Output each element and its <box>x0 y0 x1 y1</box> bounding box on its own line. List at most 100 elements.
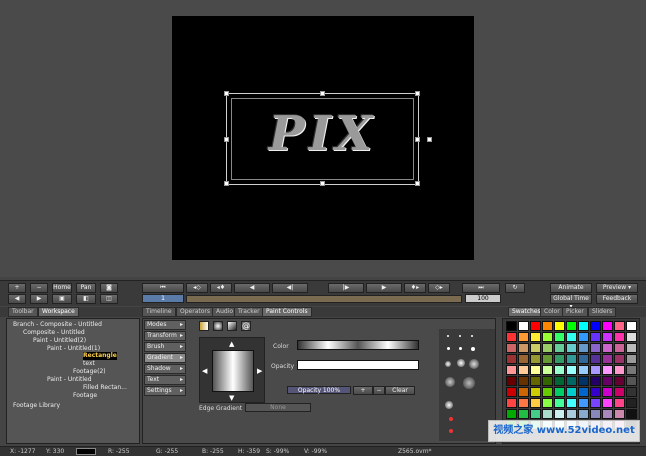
color-swatch[interactable] <box>506 332 517 342</box>
channel-icon[interactable]: ◧ <box>76 294 96 304</box>
gradient-menu[interactable]: Gradient <box>144 353 186 363</box>
handle-middle-right[interactable] <box>415 137 420 142</box>
color-swatch[interactable] <box>566 321 577 331</box>
color-swatch[interactable] <box>578 332 589 342</box>
color-swatch[interactable] <box>614 409 625 419</box>
color-swatch[interactable] <box>566 343 577 353</box>
handle-bottom-middle[interactable] <box>320 181 325 186</box>
gradient-type-spiral-icon[interactable]: @ <box>241 321 251 331</box>
color-swatch[interactable] <box>554 332 565 342</box>
color-swatch[interactable] <box>518 376 529 386</box>
tab-picker[interactable]: Picker <box>562 307 588 317</box>
color-swatch[interactable] <box>578 321 589 331</box>
tree-item-footage-2[interactable]: Footage(2) <box>73 368 106 376</box>
color-swatch[interactable] <box>566 354 577 364</box>
brush-dot[interactable] <box>457 359 465 367</box>
color-swatch[interactable] <box>530 343 541 353</box>
color-swatch[interactable] <box>602 376 613 386</box>
color-swatch[interactable] <box>542 354 553 364</box>
color-swatch[interactable] <box>518 387 529 397</box>
color-swatch[interactable] <box>518 365 529 375</box>
color-swatch[interactable] <box>578 376 589 386</box>
tree-item-branch[interactable]: Branch - Composite - Untitled <box>13 321 102 329</box>
arrow-left-icon[interactable]: ◀ <box>202 367 207 375</box>
arrow-right-icon[interactable]: ▶ <box>30 294 48 304</box>
tree-item-paint[interactable]: Paint - Untitled <box>47 376 92 384</box>
color-swatch[interactable] <box>626 398 637 408</box>
color-swatch[interactable] <box>530 365 541 375</box>
current-frame-field[interactable]: 1 <box>142 294 184 303</box>
tab-workspace[interactable]: Workspace <box>38 307 79 317</box>
color-swatch[interactable] <box>614 376 625 386</box>
color-swatch[interactable] <box>554 409 565 419</box>
loop-button[interactable]: ↻ <box>505 283 525 293</box>
color-swatch[interactable] <box>626 332 637 342</box>
color-swatch[interactable] <box>506 321 517 331</box>
color-swatch[interactable] <box>614 365 625 375</box>
handle-top-middle[interactable] <box>320 91 325 96</box>
color-swatch[interactable] <box>590 398 601 408</box>
tab-operators[interactable]: Operators <box>176 307 214 317</box>
color-swatch[interactable] <box>614 398 625 408</box>
settings-menu[interactable]: Settings <box>144 386 186 396</box>
gradient-type-radial-icon[interactable] <box>213 321 223 331</box>
color-swatch[interactable] <box>530 332 541 342</box>
tab-color[interactable]: Color <box>540 307 564 317</box>
brush-dot[interactable] <box>459 347 462 350</box>
handle-top-right[interactable] <box>415 91 420 96</box>
color-swatch[interactable] <box>590 354 601 364</box>
color-swatch[interactable] <box>542 365 553 375</box>
color-swatch[interactable] <box>590 321 601 331</box>
color-swatch[interactable] <box>626 376 637 386</box>
color-swatch[interactable] <box>518 343 529 353</box>
home-button[interactable]: Home <box>52 283 72 293</box>
color-swatch[interactable] <box>626 321 637 331</box>
color-swatch[interactable] <box>554 398 565 408</box>
color-swatch[interactable] <box>506 387 517 397</box>
timeline-scrubber[interactable] <box>186 295 462 303</box>
color-swatch[interactable] <box>518 332 529 342</box>
color-swatch[interactable] <box>626 409 637 419</box>
color-swatch[interactable] <box>626 343 637 353</box>
play-reverse-button[interactable]: ◀ <box>234 283 270 293</box>
go-to-start-button[interactable]: ⏮ <box>142 283 184 293</box>
view-mode-icon[interactable]: ▣ <box>52 294 72 304</box>
transform-menu[interactable]: Transform <box>144 331 186 341</box>
tree-item-rectangle[interactable]: Rectangle <box>83 352 117 360</box>
tree-item-paint-2[interactable]: Paint - Untitled(2) <box>33 337 86 345</box>
arrow-down-icon[interactable]: ▼ <box>229 394 234 402</box>
zoom-in-button[interactable]: + <box>8 283 26 293</box>
modes-menu[interactable]: Modes <box>144 320 186 330</box>
color-swatch[interactable] <box>602 343 613 353</box>
brush-dot[interactable] <box>445 401 453 409</box>
color-swatch[interactable] <box>506 343 517 353</box>
brush-dot[interactable] <box>445 361 451 367</box>
color-swatch[interactable] <box>530 354 541 364</box>
step-back-button[interactable]: ◀| <box>272 283 308 293</box>
tab-paint-controls[interactable]: Paint Controls <box>262 307 312 317</box>
prev-keyframe-button[interactable]: ◂◇ <box>186 283 208 293</box>
zoom-out-button[interactable]: − <box>30 283 48 293</box>
tree-item-composite[interactable]: Composite - Untitled <box>23 329 85 337</box>
color-swatch[interactable] <box>542 332 553 342</box>
color-swatch[interactable] <box>566 332 577 342</box>
handle-top-left[interactable] <box>224 91 229 96</box>
edge-gradient-dropdown[interactable]: None <box>245 403 311 412</box>
color-swatch[interactable] <box>554 321 565 331</box>
gradient-direction-widget[interactable]: ▲ ▼ ◀ ▶ <box>199 337 265 403</box>
brush-presets[interactable] <box>439 329 495 441</box>
brush-dot[interactable] <box>449 429 453 433</box>
color-swatch[interactable] <box>614 321 625 331</box>
color-swatch[interactable] <box>530 409 541 419</box>
viewport[interactable]: PIX <box>0 0 646 277</box>
color-swatch[interactable] <box>518 409 529 419</box>
add-stop-button[interactable]: + <box>353 386 373 395</box>
tree-item-text[interactable]: text <box>83 360 95 368</box>
color-swatch[interactable] <box>578 354 589 364</box>
tab-sliders[interactable]: Sliders <box>588 307 617 317</box>
brush-dot[interactable] <box>469 359 479 369</box>
color-swatch[interactable] <box>566 387 577 397</box>
color-swatch[interactable] <box>602 409 613 419</box>
arrow-left-icon[interactable]: ◀ <box>8 294 26 304</box>
color-swatch[interactable] <box>542 376 553 386</box>
